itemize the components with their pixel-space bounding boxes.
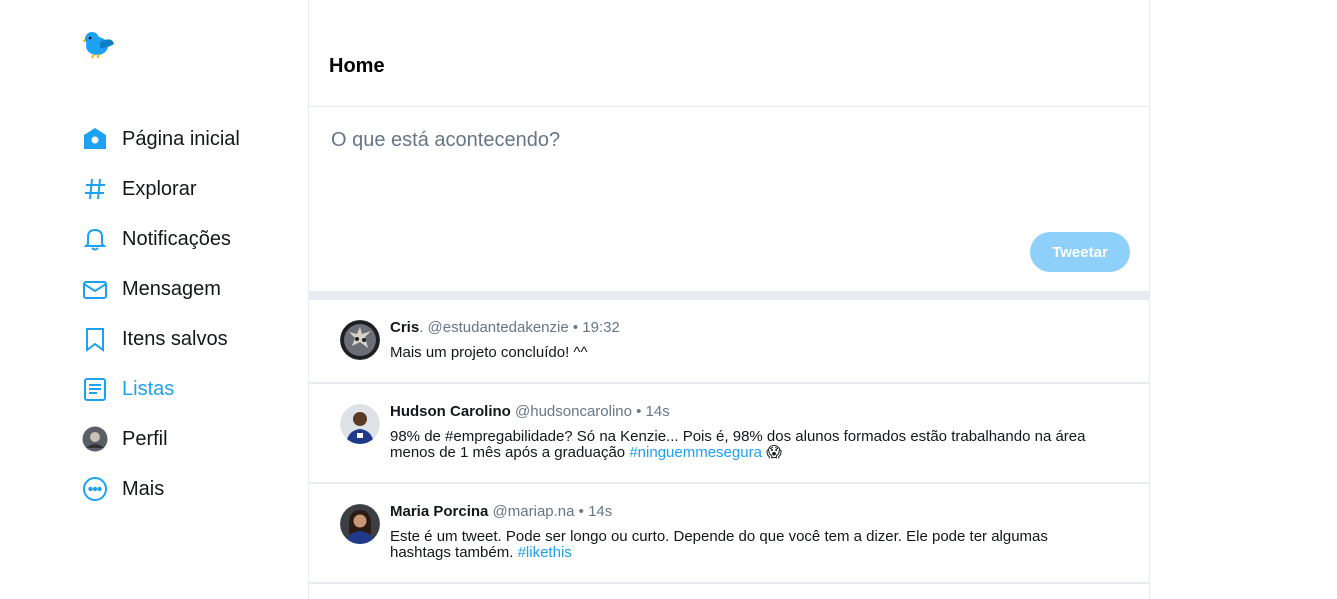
timeline-header: Home (309, 0, 1149, 107)
tweet-time: • 19:32 (572, 319, 620, 336)
nav-label: Explorar (122, 177, 197, 200)
profile-avatar-icon (82, 426, 108, 452)
avatar[interactable] (340, 320, 380, 360)
tweet-input[interactable] (329, 127, 1113, 211)
hashtag-icon (82, 176, 108, 202)
tweet-text: Este é um tweet. Pode ser longo ou curto… (390, 529, 1110, 561)
nav-item-pagina-inicial[interactable]: Página inicial (82, 121, 240, 157)
nav-label: Mais (122, 477, 165, 500)
tweet-item[interactable]: Hudson Carolino @hudsoncarolino • 14s 98… (309, 384, 1149, 484)
timeline-column: Home Tweetar Cris. @estudantedakenzie • … (308, 0, 1150, 599)
hashtag-link[interactable]: #likethis (518, 544, 572, 561)
mail-icon (82, 276, 108, 302)
author-name[interactable]: Hudson Carolino (390, 403, 511, 420)
author-name[interactable]: Maria Porcina (390, 503, 488, 520)
hashtag-link[interactable]: #ninguemmesegura (629, 444, 762, 461)
emoji: 😱 (766, 444, 782, 461)
bird-logo-icon[interactable] (82, 28, 116, 62)
nav-label: Notificações (122, 227, 231, 250)
avatar[interactable] (340, 504, 380, 544)
tweet-body: Este é um tweet. Pode ser longo ou curto… (390, 528, 1048, 561)
nav-item-mensagem[interactable]: Mensagem (82, 271, 221, 307)
tweet-item[interactable]: Cris. @estudantedakenzie • 19:32 Mais um… (309, 300, 1149, 384)
tweet-time: • 14s (636, 403, 670, 420)
nav-item-listas[interactable]: Listas (82, 371, 174, 407)
avatar[interactable] (340, 404, 380, 444)
nav-label: Itens salvos (122, 327, 228, 350)
tweet-header: Maria Porcina @mariap.na • 14s (390, 503, 612, 520)
author-handle[interactable]: @mariap.na (493, 503, 575, 520)
tweet-header: Hudson Carolino @hudsoncarolino • 14s (390, 403, 670, 420)
nav-item-perfil[interactable]: Perfil (82, 421, 168, 457)
nav-item-explorar[interactable]: Explorar (82, 171, 196, 207)
more-icon (82, 476, 108, 502)
tweet-time: • 14s (578, 503, 613, 520)
sidebar: Página inicial Explorar Notificações Men… (0, 0, 308, 599)
author-handle[interactable]: @hudsoncarolino (515, 403, 632, 420)
page-title: Home (329, 55, 385, 77)
tweet-item[interactable]: Maria Porcina @mariap.na • 14s Este é um… (309, 484, 1149, 584)
bookmark-icon (82, 326, 108, 352)
nav-label: Mensagem (122, 277, 221, 300)
author-name-suffix: . (419, 319, 424, 336)
list-icon (82, 376, 108, 402)
nav-label: Perfil (122, 427, 168, 450)
tweet-button[interactable]: Tweetar (1030, 232, 1130, 272)
tweet-composer: Tweetar (309, 107, 1149, 291)
tweet-body: Mais um projeto concluído! ^^ (390, 344, 588, 361)
author-handle[interactable]: @estudantedakenzie (428, 319, 569, 336)
nav-item-itens-salvos[interactable]: Itens salvos (82, 321, 228, 357)
tweet-text: 98% de #empregabilidade? Só na Kenzie...… (390, 429, 1110, 461)
nav-label: Página inicial (122, 127, 240, 150)
section-divider (309, 291, 1149, 300)
nav-item-mais[interactable]: Mais (82, 471, 164, 507)
nav-item-notificacoes[interactable]: Notificações (82, 221, 231, 257)
bell-icon (82, 226, 108, 252)
tweet-header: Cris. @estudantedakenzie • 19:32 (390, 319, 620, 336)
tweet-text: Mais um projeto concluído! ^^ (390, 345, 1110, 361)
nav-label: Listas (122, 377, 175, 400)
author-name[interactable]: Cris (390, 319, 419, 336)
home-icon (82, 126, 108, 152)
